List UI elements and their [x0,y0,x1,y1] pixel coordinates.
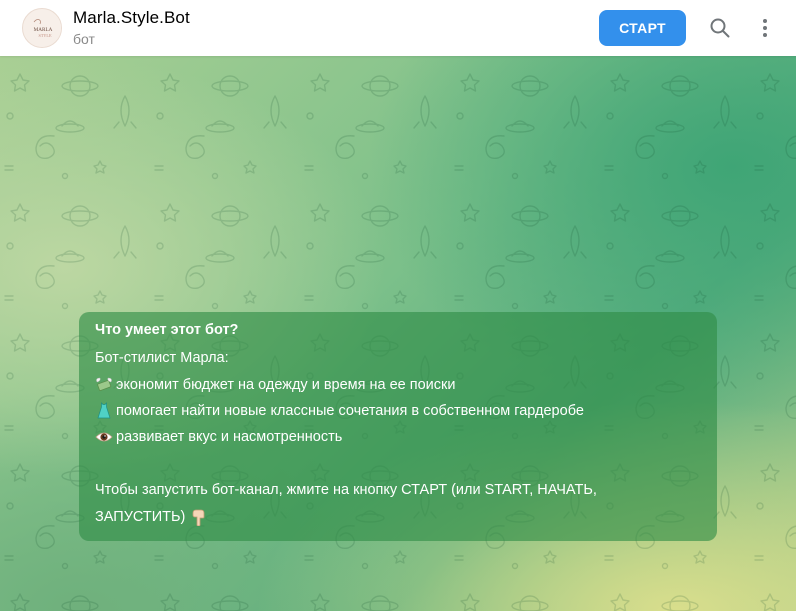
cta-line-1: Чтобы запустить бот-канал, жмите на кноп… [95,482,597,498]
pointing-down-hand-icon [190,508,208,526]
money-with-wings-icon [95,376,113,394]
marla-style-logo-icon: MARLA STYLE [24,10,61,47]
dress-icon [95,402,113,420]
eye-icon [95,428,113,446]
cta-text-1: Чтобы запустить бот-канал, жмите на кноп… [95,482,597,498]
bubble-intro: Бот-стилист Марла: [95,350,229,366]
more-button[interactable] [749,12,781,44]
search-button[interactable] [704,12,736,44]
bot-info-bubble: Что умеет этот бот? Бот-стилист Марла: э… [79,312,717,541]
feature-text: помогает найти новые классные сочетания … [116,403,584,419]
cta-text-2: ЗАПУСТИТЬ) [95,509,186,525]
feature-text: развивает вкус и насмотренность [116,429,343,445]
chat-subtitle: бот [73,31,95,47]
start-button[interactable]: СТАРТ [599,10,686,46]
feature-item: развивает вкус и насмотренность [95,428,342,446]
more-vertical-icon [763,19,767,37]
feature-text: экономит бюджет на одежду и время на ее … [116,377,456,393]
feature-item: помогает найти новые классные сочетания … [95,402,584,420]
search-icon [710,18,730,38]
cta-line-2: ЗАПУСТИТЬ) [95,508,211,526]
feature-item: экономит бюджет на одежду и время на ее … [95,376,455,394]
chat-background: Что умеет этот бот? Бот-стилист Марла: э… [0,56,796,611]
avatar[interactable]: MARLA STYLE [22,8,62,48]
chat-header: MARLA STYLE Marla.Style.Bot бот СТАРТ [0,0,796,56]
chat-title[interactable]: Marla.Style.Bot [73,8,190,28]
bubble-intro-text: Бот-стилист Марла: [95,350,229,366]
avatar-text-2: STYLE [38,33,51,38]
bubble-heading: Что умеет этот бот? [95,322,239,338]
